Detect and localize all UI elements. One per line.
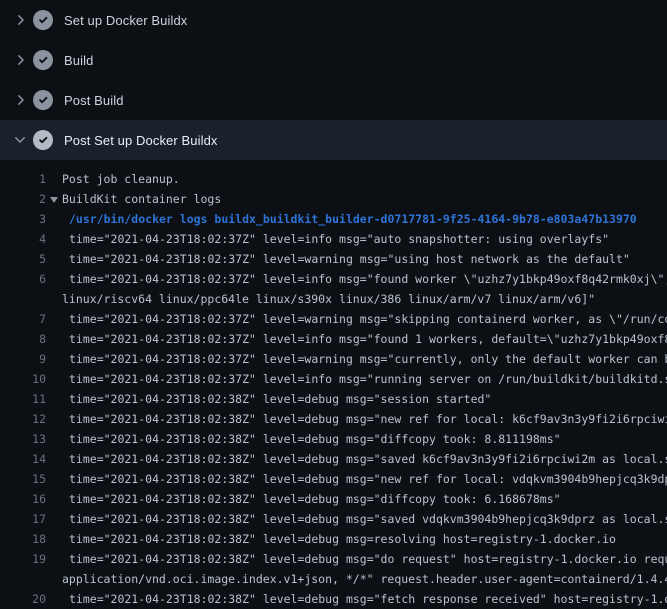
log-text: time="2021-04-23T18:02:38Z" level=debug … [69, 469, 667, 489]
log-text: time="2021-04-23T18:02:38Z" level=debug … [69, 589, 667, 609]
line-number-link[interactable]: 7 [0, 309, 46, 329]
log-text: linux/riscv64 linux/ppc64le linux/s390x … [62, 289, 595, 309]
log-line-continuation: linux/riscv64 linux/ppc64le linux/s390x … [0, 289, 667, 309]
log-text: time="2021-04-23T18:02:38Z" level=debug … [69, 529, 616, 549]
chevron-down-icon [12, 132, 28, 148]
log-line-continuation: application/vnd.oci.image.index.v1+json,… [0, 569, 667, 589]
log-line: 10 time="2021-04-23T18:02:37Z" level=info… [0, 369, 667, 389]
line-number-link[interactable]: 6 [0, 269, 46, 289]
log-viewer: 1 Post job cleanup. 2 BuildKit container lo… [0, 160, 667, 609]
log-line: 1 Post job cleanup. [0, 169, 667, 189]
log-line: 11 time="2021-04-23T18:02:38Z" level=debu… [0, 389, 667, 409]
check-circle-icon [33, 10, 53, 30]
log-text: application/vnd.oci.image.index.v1+json,… [62, 569, 667, 589]
step-header-post-build[interactable]: Post Build [0, 80, 667, 120]
log-text: time="2021-04-23T18:02:38Z" level=debug … [69, 549, 667, 569]
log-line: 19 time="2021-04-23T18:02:38Z" level=debu… [0, 549, 667, 569]
log-text: time="2021-04-23T18:02:37Z" level=info m… [69, 229, 609, 249]
line-number-link[interactable]: 16 [0, 489, 46, 509]
step-title: Set up Docker Buildx [64, 13, 187, 28]
log-text: time="2021-04-23T18:02:38Z" level=debug … [69, 489, 561, 509]
log-text: time="2021-04-23T18:02:37Z" level=warnin… [69, 349, 667, 369]
check-circle-icon [33, 50, 53, 70]
log-line: 20 time="2021-04-23T18:02:38Z" level=debu… [0, 589, 667, 609]
log-text: time="2021-04-23T18:02:38Z" level=debug … [69, 449, 667, 469]
chevron-right-icon [12, 92, 28, 108]
log-line: 9 time="2021-04-23T18:02:37Z" level=warni… [0, 349, 667, 369]
log-text: time="2021-04-23T18:02:38Z" level=debug … [69, 409, 667, 429]
log-line: 8 time="2021-04-23T18:02:37Z" level=info … [0, 329, 667, 349]
log-line: 4 time="2021-04-23T18:02:37Z" level=info … [0, 229, 667, 249]
line-number-link[interactable]: 1 [0, 169, 46, 189]
log-line: 12 time="2021-04-23T18:02:38Z" level=debu… [0, 409, 667, 429]
log-group-toggle[interactable]: BuildKit container logs [50, 189, 221, 209]
log-line: 18 time="2021-04-23T18:02:38Z" level=debu… [0, 529, 667, 549]
log-line: 14 time="2021-04-23T18:02:38Z" level=debu… [0, 449, 667, 469]
line-number-link[interactable]: 14 [0, 449, 46, 469]
line-number-link[interactable]: 9 [0, 349, 46, 369]
log-line: 3/usr/bin/docker logs buildx_buildkit_bu… [0, 209, 667, 229]
step-title: Post Set up Docker Buildx [64, 133, 218, 148]
line-number-link[interactable]: 12 [0, 409, 46, 429]
log-text: time="2021-04-23T18:02:38Z" level=debug … [69, 389, 491, 409]
log-line: 7 time="2021-04-23T18:02:37Z" level=warni… [0, 309, 667, 329]
log-group-label: BuildKit container logs [62, 189, 221, 209]
line-number-link[interactable]: 5 [0, 249, 46, 269]
log-text: time="2021-04-23T18:02:38Z" level=debug … [69, 429, 561, 449]
line-number-link[interactable]: 2 [0, 189, 46, 209]
line-number-link[interactable]: 18 [0, 529, 46, 549]
line-number-link[interactable]: 11 [0, 389, 46, 409]
log-line: 6 time="2021-04-23T18:02:37Z" level=info … [0, 269, 667, 289]
log-text: Post job cleanup. [62, 169, 180, 189]
steps-list: Set up Docker Buildx Build Post Build Post … [0, 0, 667, 160]
step-title: Post Build [64, 93, 124, 108]
line-number-link[interactable]: 15 [0, 469, 46, 489]
line-number-link[interactable]: 4 [0, 229, 46, 249]
log-text: time="2021-04-23T18:02:37Z" level=warnin… [69, 249, 630, 269]
line-number-link[interactable]: 19 [0, 549, 46, 569]
line-number-link[interactable]: 17 [0, 509, 46, 529]
log-line: 13 time="2021-04-23T18:02:38Z" level=debu… [0, 429, 667, 449]
log-text: time="2021-04-23T18:02:38Z" level=debug … [69, 509, 667, 529]
line-number-link[interactable]: 20 [0, 589, 46, 609]
step-title: Build [64, 53, 93, 68]
log-text: time="2021-04-23T18:02:37Z" level=info m… [69, 329, 667, 349]
log-command-text: /usr/bin/docker logs buildx_buildkit_bui… [69, 209, 637, 229]
line-number-link[interactable]: 13 [0, 429, 46, 449]
chevron-right-icon [12, 52, 28, 68]
step-header-set-up-docker-buildx[interactable]: Set up Docker Buildx [0, 0, 667, 40]
step-header-post-set-up-docker-buildx[interactable]: Post Set up Docker Buildx [0, 120, 667, 160]
log-line: 15 time="2021-04-23T18:02:38Z" level=debu… [0, 469, 667, 489]
line-number-link[interactable]: 10 [0, 369, 46, 389]
log-line: 2 BuildKit container logs [0, 189, 667, 209]
step-header-build[interactable]: Build [0, 40, 667, 80]
log-text: time="2021-04-23T18:02:37Z" level=info m… [69, 269, 667, 289]
log-line: 17 time="2021-04-23T18:02:38Z" level=debu… [0, 509, 667, 529]
log-text: time="2021-04-23T18:02:37Z" level=warnin… [69, 309, 667, 329]
check-circle-icon [33, 90, 53, 110]
log-text: time="2021-04-23T18:02:37Z" level=info m… [69, 369, 667, 389]
chevron-right-icon [12, 12, 28, 28]
line-number-link[interactable]: 8 [0, 329, 46, 349]
log-line: 16 time="2021-04-23T18:02:38Z" level=debu… [0, 489, 667, 509]
line-number-link[interactable]: 3 [0, 209, 46, 229]
log-line: 5 time="2021-04-23T18:02:37Z" level=warni… [0, 249, 667, 269]
triangle-down-icon [50, 197, 58, 203]
check-circle-icon [33, 130, 53, 150]
